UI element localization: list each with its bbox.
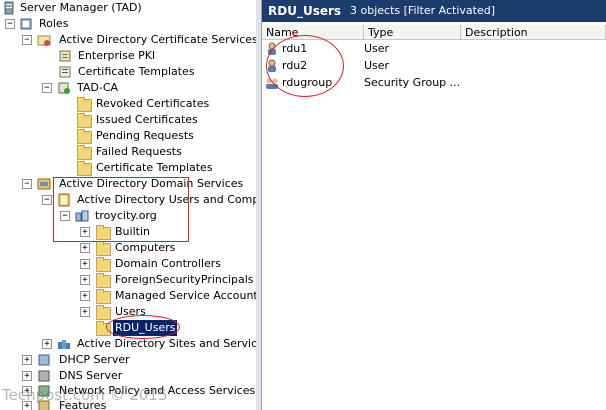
results-pane: RDU_Users 3 objects [Filter Activated] N… [262,0,606,410]
dhcp-icon [38,354,50,366]
folder-icon [96,305,111,320]
ou-folder-icon [96,257,111,272]
certificate-services-icon [37,35,51,46]
collapse-toggle-icon[interactable]: − [42,195,52,205]
folder-icon [77,129,92,144]
tree-item-label: Pending Requests [96,129,194,142]
cell-type: Security Group ... [364,76,461,89]
annotation-box [53,177,189,242]
tree-item-label: DNS Server [59,369,123,382]
ca-icon [58,82,70,94]
expand-toggle-icon[interactable]: + [22,355,32,365]
tree-item-label: Active Directory Sites and Services [77,337,257,350]
server-icon [4,1,14,15]
tree-item-label: Managed Service Accounts [115,289,257,302]
tree-item-label: Failed Requests [96,145,182,158]
tree-item-label: Enterprise PKI [78,49,156,62]
tree-item-label: Domain Controllers [115,257,222,270]
expand-toggle-icon[interactable]: + [42,339,52,349]
tree-item-label: Revoked Certificates [96,97,210,110]
collapse-toggle-icon[interactable]: − [22,35,32,45]
column-header-description[interactable]: Description [461,25,606,40]
expand-toggle-icon[interactable]: + [80,275,90,285]
folder-icon [77,97,92,112]
annotation-oval [266,35,344,97]
pki-icon [59,50,71,62]
results-header: RDU_Users 3 objects [Filter Activated] [262,0,606,22]
results-count: 3 objects [Filter Activated] [350,4,496,17]
expand-toggle-icon[interactable]: + [80,259,90,269]
collapse-toggle-icon[interactable]: − [5,19,15,29]
folder-icon [77,161,92,176]
expand-toggle-icon[interactable]: + [80,307,90,317]
tree-item-label: DHCP Server [59,353,130,366]
certificate-templates-icon [59,66,71,78]
tree-item-label: ForeignSecurityPrincipals [115,273,254,286]
tree-item-label: Roles [39,17,69,30]
tree-item-label: Certificate Templates [96,161,213,174]
tree-item-label: Certificate Templates [78,65,195,78]
sites-services-icon [58,340,70,349]
expand-toggle-icon[interactable]: + [80,243,90,253]
watermark: Techpost.com © 2015 [2,386,168,404]
tree-item-label: TAD-CA [77,81,119,94]
folder-icon [96,273,111,288]
folder-icon [96,289,111,304]
results-title: RDU_Users [268,4,342,18]
cell-type: User [364,59,390,72]
tree-item-label: Computers [115,241,176,254]
collapse-toggle-icon[interactable]: − [42,83,52,93]
folder-icon [77,145,92,160]
dns-icon [38,370,50,382]
tree-item-label: Issued Certificates [96,113,198,126]
column-header-type[interactable]: Type [364,25,461,40]
expand-toggle-icon[interactable]: + [80,291,90,301]
roles-icon [20,18,32,30]
domain-services-icon [37,178,51,190]
folder-icon [77,113,92,128]
console-tree: Server Manager (TAD) − Roles − Active Di… [0,0,257,410]
annotation-oval [106,315,180,339]
tree-item-label: Server Manager (TAD) [20,1,142,14]
collapse-toggle-icon[interactable]: − [22,179,32,189]
tree-item-label: Active Directory Certificate Services [59,33,257,46]
cell-type: User [364,42,390,55]
expand-toggle-icon[interactable]: + [22,371,32,381]
folder-icon [96,241,111,256]
